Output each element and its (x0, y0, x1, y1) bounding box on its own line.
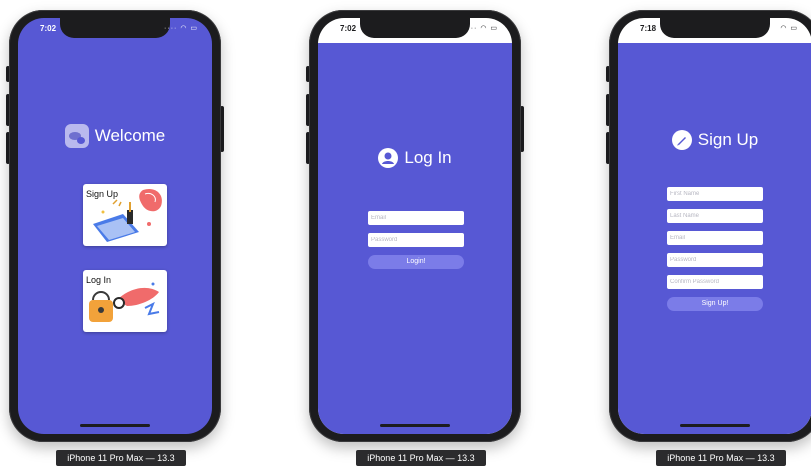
wifi-icon: ◠ (180, 25, 188, 32)
login-card[interactable]: Log In (83, 270, 167, 332)
home-indicator (380, 424, 450, 427)
email-field[interactable] (368, 211, 464, 225)
phone-frame: 7:02 ···· ◠ ▭ Log In Email Password Logi… (309, 10, 521, 442)
page-title: Sign Up (697, 130, 759, 149)
battery-icon: ▭ (190, 25, 198, 32)
device-signup: 7:18 ◠ ▭ Sign Up First Name Last Name Em… (606, 10, 811, 442)
home-indicator (80, 424, 150, 427)
password-field[interactable] (368, 233, 464, 247)
signal-icon: ···· (464, 25, 478, 32)
device-caption: iPhone 11 Pro Max — 13.3 (56, 450, 186, 466)
device-caption: iPhone 11 Pro Max — 13.3 (356, 450, 486, 466)
pencil-icon (671, 130, 692, 150)
signup-card[interactable]: Sign Up (83, 184, 167, 246)
login-illustration-icon (89, 282, 160, 322)
status-time: 7:18 (640, 24, 657, 33)
notch (60, 18, 170, 38)
first-name-field[interactable] (667, 187, 763, 201)
user-icon (378, 148, 399, 168)
phone-frame: 7:02 ···· ◠ ▭ Welcome Sign Up Log In (9, 10, 221, 442)
device-caption: iPhone 11 Pro Max — 13.3 (656, 450, 786, 466)
status-icons: ···· ◠ ▭ (164, 24, 198, 32)
wifi-icon: ◠ (480, 25, 488, 32)
battery-icon: ▭ (790, 25, 798, 32)
screen-welcome: 7:02 ···· ◠ ▭ Welcome Sign Up Log In (18, 18, 212, 434)
wifi-icon: ◠ (780, 25, 788, 32)
login-button[interactable]: Login! (368, 255, 464, 269)
app-logo-icon (64, 124, 89, 148)
status-icons: ···· ◠ ▭ (464, 24, 498, 32)
status-time: 7:02 (40, 24, 57, 33)
signup-content: Sign Up Sign Up! (618, 43, 811, 434)
notch (360, 18, 470, 38)
status-icons: ◠ ▭ (780, 24, 798, 32)
email-field[interactable] (667, 231, 763, 245)
page-title: Welcome (94, 126, 166, 145)
battery-icon: ▭ (490, 25, 498, 32)
login-header: Log In (318, 148, 512, 168)
signal-icon: ···· (164, 25, 178, 32)
device-welcome: 7:02 ···· ◠ ▭ Welcome Sign Up Log In (6, 10, 224, 442)
screen-signup: 7:18 ◠ ▭ Sign Up First Name Last Name Em… (618, 18, 811, 434)
page-title: Log In (404, 148, 452, 167)
status-time: 7:02 (340, 24, 357, 33)
confirm-password-field[interactable] (667, 275, 763, 289)
phone-frame: 7:18 ◠ ▭ Sign Up First Name Last Name Em… (609, 10, 811, 442)
password-field[interactable] (667, 253, 763, 267)
screen-login: 7:02 ···· ◠ ▭ Log In Email Password Logi… (318, 18, 512, 434)
signup-header: Sign Up (618, 130, 811, 150)
signup-illustration-icon (93, 188, 162, 242)
signup-button[interactable]: Sign Up! (667, 297, 763, 311)
device-login: 7:02 ···· ◠ ▭ Log In Email Password Logi… (306, 10, 524, 442)
notch (660, 18, 770, 38)
home-indicator (680, 424, 750, 427)
last-name-field[interactable] (667, 209, 763, 223)
login-content: Log In Login! (318, 43, 512, 434)
welcome-header: Welcome (18, 124, 212, 148)
